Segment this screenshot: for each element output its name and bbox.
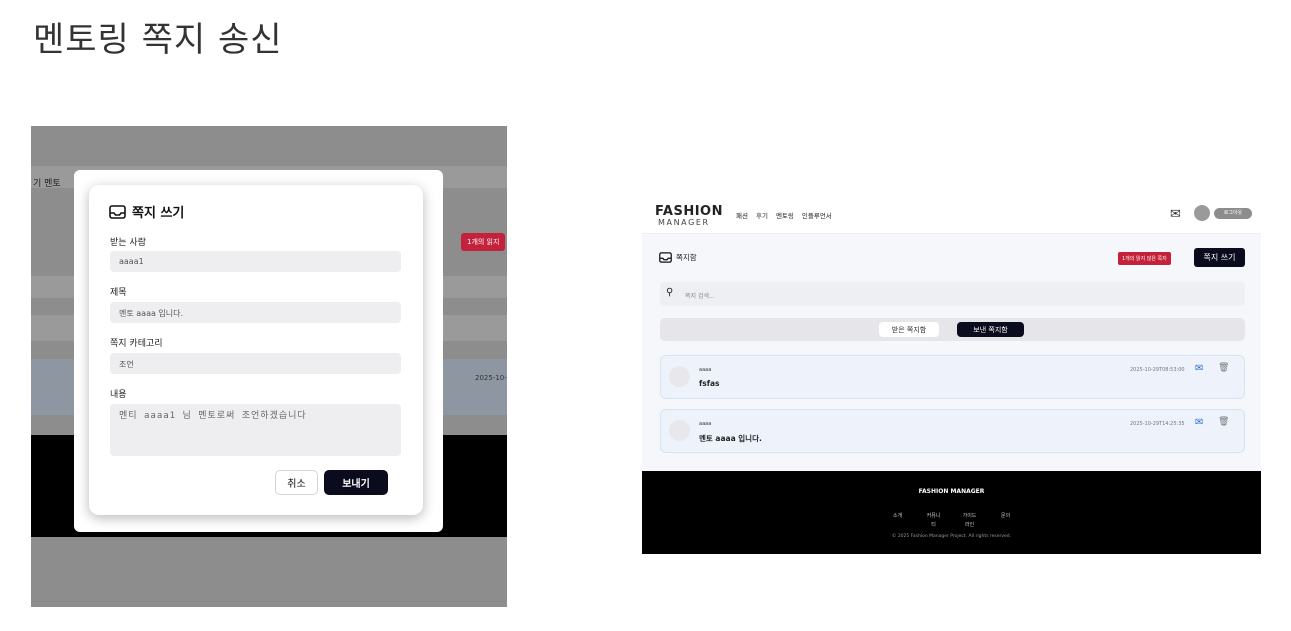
envelope-icon[interactable]: ✉ bbox=[1195, 363, 1203, 374]
search-input[interactable]: 쪽지 검색... bbox=[685, 291, 715, 300]
tab-sent[interactable]: 보낸 쪽지함 bbox=[957, 322, 1024, 337]
message-date: 2025-10-29T14:25:35 bbox=[1130, 421, 1185, 427]
bg-unread-badge: 1개의 읽지 bbox=[461, 233, 506, 251]
recipient-field[interactable]: aaaa1 bbox=[110, 251, 401, 272]
footer-title: FASHION MANAGER bbox=[918, 488, 985, 495]
message-subject: fsfas bbox=[699, 379, 720, 388]
bg-nav-text: 기 멘토 bbox=[33, 179, 61, 189]
message-sender: aaaa bbox=[699, 421, 712, 427]
site-footer: FASHION MANAGER 소개 커뮤니티 가이드라인 문의 © 2025 … bbox=[642, 471, 1261, 554]
compose-modal-screenshot: 기 멘토 1개의 읽지 2025-10- 쪽지 쓰기 받는 사람 aaaa1 제… bbox=[31, 126, 507, 607]
trash-icon[interactable]: 🗑 bbox=[1218, 417, 1229, 427]
mailbox-main: 쪽지함 1개의 읽지 않은 쪽지 쪽지 쓰기 ⚲ 쪽지 검색... 받은 쪽지함… bbox=[642, 234, 1261, 471]
compose-modal: 쪽지 쓰기 받는 사람 aaaa1 제목 멘토 aaaa 입니다. 쪽지 카테고… bbox=[89, 185, 423, 515]
footer-link-about[interactable]: 소개 bbox=[891, 512, 905, 530]
footer-link-community[interactable]: 커뮤니티 bbox=[927, 512, 941, 530]
category-label: 쪽지 카테고리 bbox=[110, 339, 163, 349]
message-sender: aaaa bbox=[699, 367, 712, 373]
site-logo[interactable]: FASHION bbox=[655, 205, 723, 218]
tab-received[interactable]: 받은 쪽지함 bbox=[879, 322, 939, 337]
envelope-icon[interactable]: ✉ bbox=[1170, 207, 1181, 222]
recipient-label: 받는 사람 bbox=[110, 238, 146, 248]
cancel-button[interactable]: 취소 bbox=[275, 470, 318, 495]
content-textarea[interactable]: 멘티 aaaa1 님 멘토로써 조언하겠습니다 bbox=[110, 404, 401, 456]
unread-badge: 1개의 읽지 않은 쪽지 bbox=[1118, 252, 1171, 265]
bg-message-date: 2025-10- bbox=[475, 374, 507, 382]
search-icon: ⚲ bbox=[666, 287, 674, 298]
message-item[interactable]: aaaa 멘토 aaaa 입니다. 2025-10-29T14:25:35 ✉ … bbox=[660, 409, 1245, 453]
message-item[interactable]: aaaa fsfas 2025-10-29T08:53:00 ✉ 🗑 bbox=[660, 355, 1245, 399]
nav-item-fashion[interactable]: 패션 bbox=[736, 210, 748, 220]
site-logo-sub: MANAGER bbox=[658, 218, 710, 227]
footer-link-guide[interactable]: 가이드라인 bbox=[963, 512, 977, 530]
nav-item-review[interactable]: 후기 bbox=[756, 210, 768, 220]
footer-links: 소개 커뮤니티 가이드라인 문의 bbox=[642, 512, 1261, 530]
footer-copyright: © 2025 Fashion Manager Project. All righ… bbox=[891, 534, 1012, 539]
inbox-icon bbox=[659, 252, 672, 263]
subject-label: 제목 bbox=[110, 288, 127, 298]
avatar bbox=[669, 366, 690, 387]
nav-item-influencer[interactable]: 인플루언서 bbox=[802, 210, 832, 220]
trash-icon[interactable]: 🗑 bbox=[1218, 363, 1229, 373]
send-button[interactable]: 보내기 bbox=[324, 470, 388, 495]
mailbox-screenshot: FASHION MANAGER 패션 후기 멘토링 인플루언서 ✉ 로그아웃 쪽… bbox=[642, 197, 1261, 554]
search-bar[interactable]: ⚲ 쪽지 검색... bbox=[660, 282, 1245, 306]
mailbox-title: 쪽지함 bbox=[659, 252, 697, 263]
mailbox-title-text: 쪽지함 bbox=[676, 253, 697, 262]
modal-title: 쪽지 쓰기 bbox=[132, 206, 185, 221]
avatar[interactable] bbox=[1194, 205, 1210, 221]
main-nav: 패션 후기 멘토링 인플루언서 bbox=[736, 210, 832, 220]
site-header: FASHION MANAGER 패션 후기 멘토링 인플루언서 ✉ 로그아웃 bbox=[642, 197, 1261, 234]
slide-title: 멘토링 쪽지 송신 bbox=[33, 20, 283, 60]
envelope-icon[interactable]: ✉ bbox=[1195, 417, 1203, 428]
category-select[interactable]: 조언 bbox=[110, 353, 401, 374]
nav-item-mentoring[interactable]: 멘토링 bbox=[776, 210, 794, 220]
modal-header: 쪽지 쓰기 bbox=[109, 202, 184, 221]
inbox-icon bbox=[109, 204, 126, 219]
modal-overlay-frame: 쪽지 쓰기 받는 사람 aaaa1 제목 멘토 aaaa 입니다. 쪽지 카테고… bbox=[74, 170, 443, 532]
message-subject: 멘토 aaaa 입니다. bbox=[699, 434, 762, 443]
message-date: 2025-10-29T08:53:00 bbox=[1130, 367, 1185, 373]
write-message-button[interactable]: 쪽지 쓰기 bbox=[1194, 248, 1245, 267]
content-label: 내용 bbox=[110, 390, 127, 400]
mailbox-tabs: 받은 쪽지함 보낸 쪽지함 bbox=[660, 318, 1245, 341]
avatar bbox=[669, 420, 690, 441]
subject-field[interactable]: 멘토 aaaa 입니다. bbox=[110, 302, 401, 323]
logout-button[interactable]: 로그아웃 bbox=[1214, 208, 1252, 219]
footer-link-contact[interactable]: 문의 bbox=[999, 512, 1013, 530]
